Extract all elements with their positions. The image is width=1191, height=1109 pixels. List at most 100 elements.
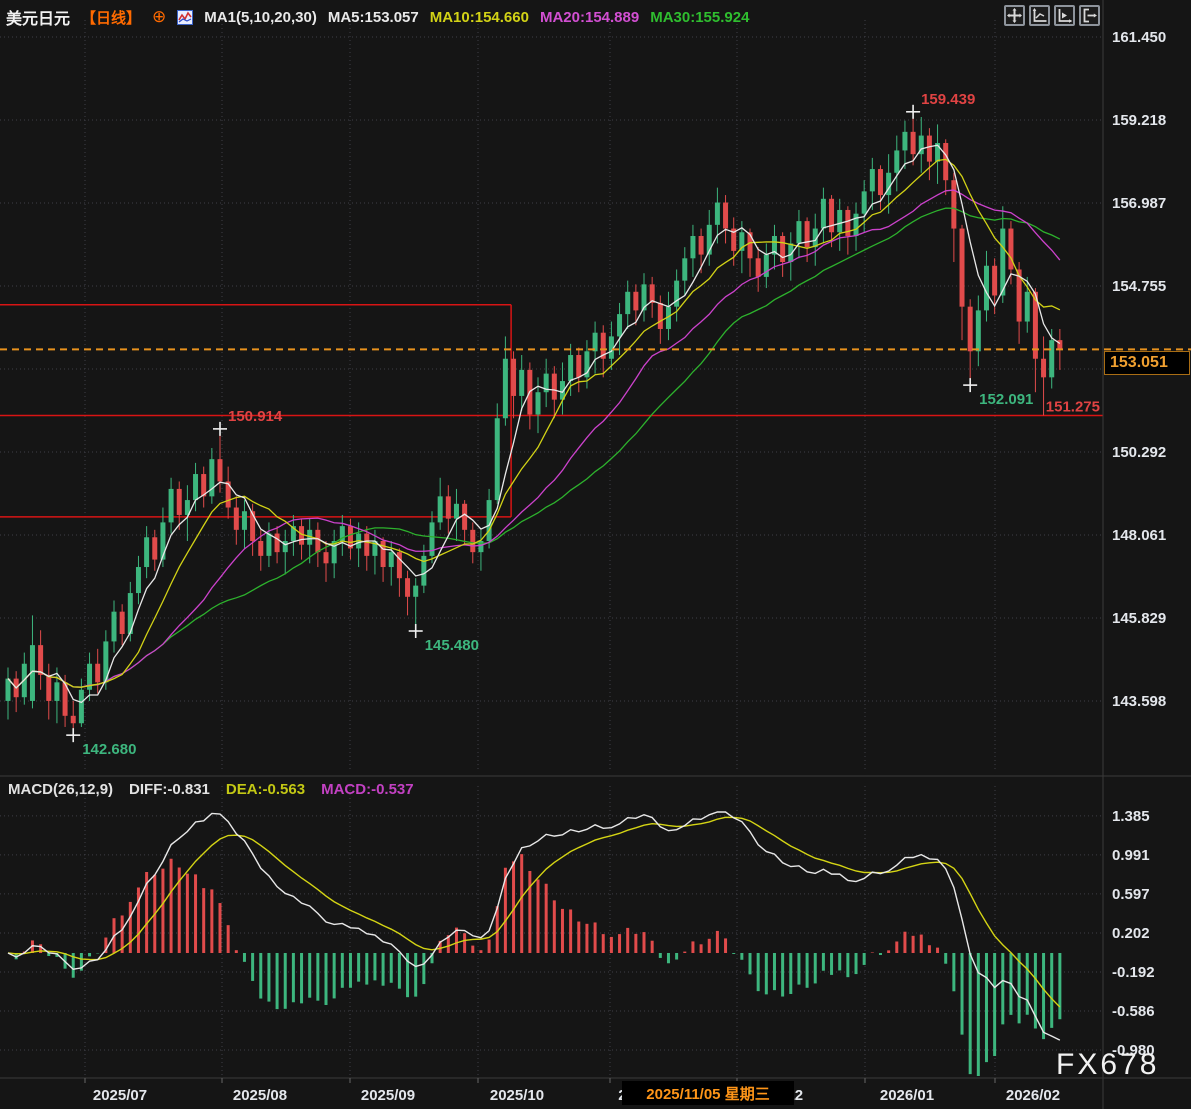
candle-body xyxy=(796,221,801,243)
macd-axis-label: -0.586 xyxy=(1112,1003,1155,1020)
y-axis-label: 150.292 xyxy=(1112,444,1166,461)
candle-body xyxy=(625,292,630,314)
candle-body xyxy=(503,359,508,419)
candle-body xyxy=(911,132,916,154)
candle-body xyxy=(218,459,223,481)
candle-body xyxy=(144,537,149,567)
chart-window: 142.680150.914145.480159.439152.091151.2… xyxy=(0,0,1191,1109)
candle-body xyxy=(95,664,100,683)
exit-chart-button[interactable] xyxy=(1079,5,1100,26)
ma20-value: MA20:154.889 xyxy=(540,9,639,26)
candle-body xyxy=(715,203,720,225)
candle-body xyxy=(495,418,500,500)
candle-body xyxy=(120,612,125,634)
candle-body xyxy=(511,359,516,396)
candle-body xyxy=(438,496,443,522)
candle-body xyxy=(462,504,467,530)
candle-body xyxy=(992,266,997,296)
current-price-box: 153.051 xyxy=(1104,351,1190,375)
pan-tool-button[interactable] xyxy=(1004,5,1025,26)
expand-icon[interactable]: ⊕ xyxy=(152,7,166,27)
swing-label: 145.480 xyxy=(425,637,479,654)
ma10-line xyxy=(8,159,1060,688)
chart-style-icon[interactable] xyxy=(177,10,193,25)
candle-body xyxy=(682,258,687,280)
candle-body xyxy=(234,508,239,530)
candle-body xyxy=(854,214,859,236)
swing-label: 152.091 xyxy=(979,391,1033,408)
candle-body xyxy=(470,530,475,552)
dea-value: DEA:-0.563 xyxy=(226,781,305,798)
support-line-label: 151.275 xyxy=(1046,398,1100,415)
chart-canvas[interactable]: 142.680150.914145.480159.439152.091151.2… xyxy=(0,0,1191,1109)
diff-line xyxy=(8,812,1060,1040)
candle-body xyxy=(690,236,695,258)
candle-body xyxy=(756,258,761,277)
macd-header: MACD(26,12,9) DIFF:-0.831 DEA:-0.563 MAC… xyxy=(8,781,414,798)
scale-axis-left-button[interactable] xyxy=(1029,5,1050,26)
ma20-line xyxy=(8,190,1060,688)
x-axis-label: 2025/08 xyxy=(233,1087,287,1104)
candle-body xyxy=(177,489,182,515)
candle-body xyxy=(454,504,459,519)
candle-body xyxy=(960,229,965,307)
macd-axis-label: 0.202 xyxy=(1112,925,1150,942)
swing-label: 150.914 xyxy=(228,408,283,425)
ma5-value: MA5:153.057 xyxy=(328,9,419,26)
candle-body xyxy=(405,578,410,597)
candle-body xyxy=(160,522,165,559)
crosshair-date-box: 2025/11/05 星期三 xyxy=(622,1081,794,1105)
candle-body xyxy=(723,203,728,229)
candle-body xyxy=(6,679,11,701)
period-selector[interactable]: 【日线】 xyxy=(81,7,141,28)
candle-body xyxy=(1049,340,1054,377)
x-axis-label: 2025/07 xyxy=(93,1087,147,1104)
candle-body xyxy=(862,191,867,213)
macd-axis-label: -0.192 xyxy=(1112,964,1155,981)
candle-body xyxy=(633,292,638,311)
candle-body xyxy=(821,199,826,229)
dea-line xyxy=(8,817,1060,1007)
candle-body xyxy=(112,612,117,642)
candle-body xyxy=(446,496,451,518)
candle-body xyxy=(576,355,581,377)
x-axis-label: 2026/01 xyxy=(880,1087,934,1104)
diff-value: DIFF:-0.831 xyxy=(129,781,210,798)
candle-body xyxy=(46,675,51,701)
candle-body xyxy=(413,586,418,597)
symbol-title: 美元日元 xyxy=(6,5,70,29)
candle-body xyxy=(837,210,842,232)
scale-axis-right-button[interactable] xyxy=(1054,5,1075,26)
y-axis-label: 156.987 xyxy=(1112,195,1166,212)
candle-body xyxy=(805,221,810,247)
candle-body xyxy=(266,534,271,556)
y-axis-label: 145.829 xyxy=(1112,610,1166,627)
candle-body xyxy=(536,392,541,414)
candle-body xyxy=(136,567,141,593)
x-axis-label: 2025/10 xyxy=(490,1087,544,1104)
candle-body xyxy=(38,645,43,675)
x-axis-label: 2025/09 xyxy=(361,1087,415,1104)
candle-body xyxy=(1025,292,1030,322)
candle-body xyxy=(943,143,948,180)
candle-body xyxy=(878,169,883,195)
candle-body xyxy=(152,537,157,559)
macd-value: MACD:-0.537 xyxy=(321,781,414,798)
macd-axis-label: 0.597 xyxy=(1112,886,1150,903)
y-axis-label: 148.061 xyxy=(1112,527,1166,544)
ma30-value: MA30:155.924 xyxy=(650,9,749,26)
y-axis-label: 143.598 xyxy=(1112,693,1166,710)
candle-body xyxy=(552,374,557,400)
chart-toolbar xyxy=(1004,5,1100,26)
candle-body xyxy=(242,511,247,530)
candle-body xyxy=(275,534,280,553)
candle-body xyxy=(699,236,704,255)
candle-body xyxy=(315,530,320,552)
candle-body xyxy=(829,199,834,232)
candle-body xyxy=(902,132,907,151)
candle-body xyxy=(250,511,255,541)
x-axis-label: 2026/02 xyxy=(1006,1087,1060,1104)
swing-label: 159.439 xyxy=(921,91,975,108)
y-axis-label: 154.755 xyxy=(1112,278,1166,295)
candle-body xyxy=(1041,359,1046,378)
